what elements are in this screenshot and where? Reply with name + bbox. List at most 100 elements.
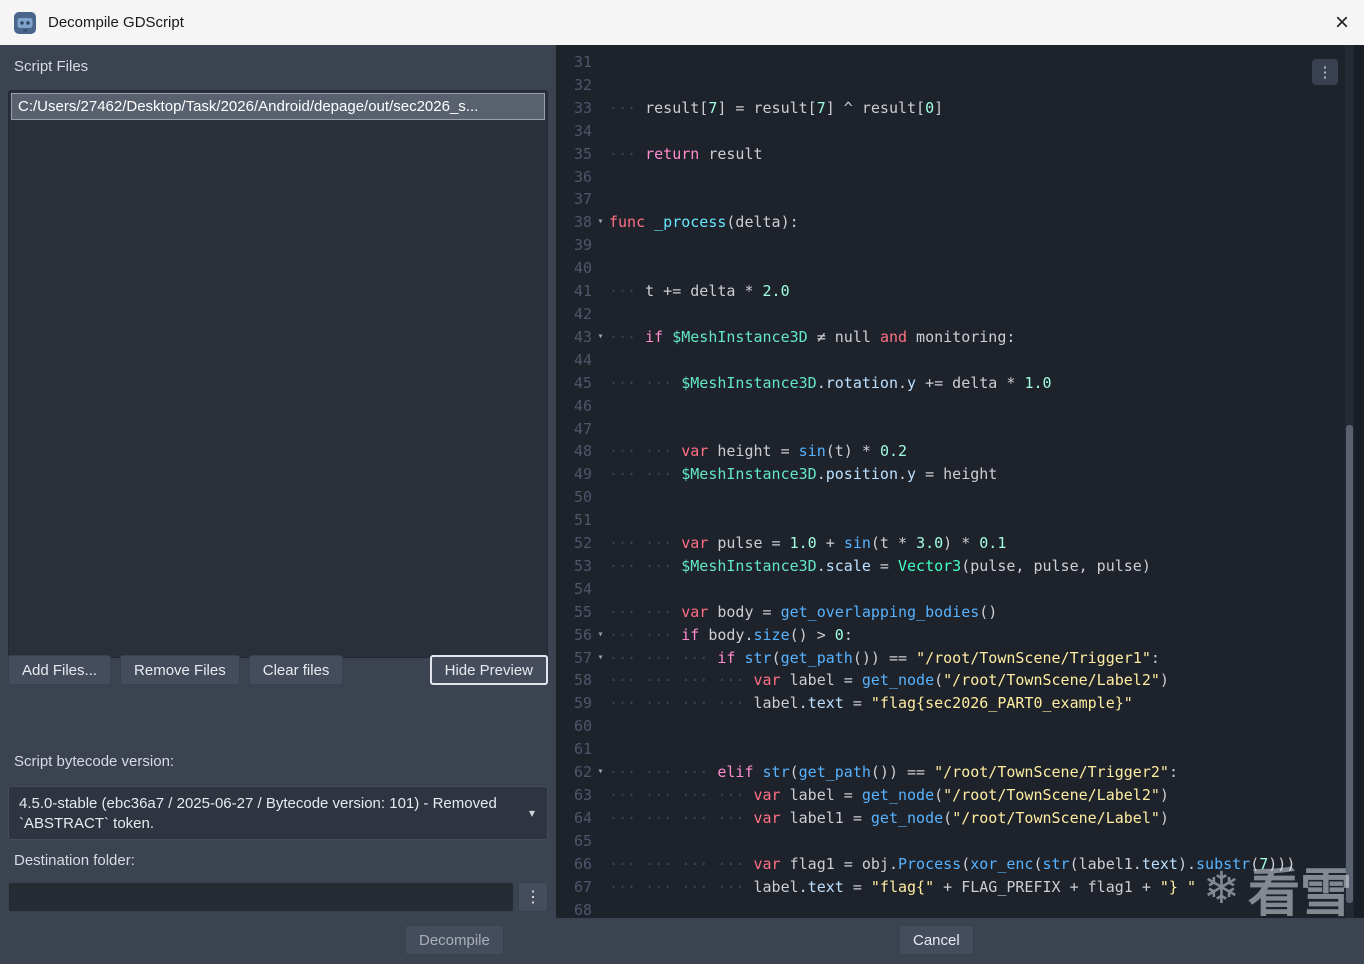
clear-files-button[interactable]: Clear files [248,655,344,685]
fold-arrow-icon[interactable]: ▾ [592,624,609,647]
tab-indent-marker: ··· [609,144,646,163]
code-token: 0 [925,98,935,117]
bytecode-version-dropdown[interactable]: 4.5.0-stable (ebc36a7 / 2025-06-27 / Byt… [8,786,548,840]
fold-arrow-icon[interactable]: ▾ [592,211,609,234]
code-token: "flag{sec2026_PART0_example}" [870,694,1133,713]
tab-indent-marker: ··· [645,465,682,484]
code-token: 1.0 [1024,373,1052,392]
line-number: 33 [573,98,592,117]
fold-arrow-icon[interactable]: ▾ [592,761,609,784]
destination-folder-input[interactable] [8,882,514,912]
fold-gutter [592,463,609,486]
code-token: "/root/TownScene/Label" [952,808,1160,827]
line-number: 52 [573,534,592,553]
editor-menu-kebab-icon[interactable]: ⋮ [1312,59,1338,85]
line-number: 53 [573,556,592,575]
code-token: scale [825,556,871,575]
line-number: 44 [573,350,592,369]
code-text: ··· ··· ··· ··· label.text = "flag{sec20… [609,692,1133,715]
code-text: ··· ··· ··· elif str(get_path()) == "/ro… [609,761,1178,784]
code-token: . [816,556,826,575]
fold-gutter [592,555,609,578]
code-token: var [753,854,781,873]
code-line: 32 [556,74,1342,97]
fold-gutter [592,830,609,853]
code-token: Process [898,854,962,873]
code-token: t += delta * [645,282,763,301]
chevron-down-icon: ▾ [528,806,535,820]
code-token: elif [717,763,754,782]
fold-gutter [592,486,609,509]
window-edge-strip [1354,45,1364,918]
tab-indent-marker: ··· [645,786,682,804]
line-number: 64 [573,808,592,827]
file-buttons-row: Add Files... Remove Files Clear files [8,655,344,685]
code-line: 49 ··· ··· $MeshInstance3D.position.y = h… [556,463,1342,486]
code-line: 46 [556,395,1342,418]
code-token: label. [753,694,808,713]
line-number: 31 [573,53,592,71]
fold-gutter [592,853,609,876]
remove-files-button[interactable]: Remove Files [120,655,240,685]
code-token: _process [654,213,727,232]
code-token: = [843,877,871,896]
fold-arrow-icon[interactable]: ▾ [592,647,609,670]
code-token: ) [1159,671,1169,690]
code-token: ()) == [852,648,917,667]
code-token: ( [934,786,944,804]
code-token: $MeshInstance3D [681,373,817,392]
code-text: ··· ··· $MeshInstance3D.rotation.y += de… [609,372,1052,395]
code-token: sin [843,534,871,553]
code-token: (t * [870,534,917,553]
line-number: 42 [573,304,592,323]
line-number: 34 [573,121,592,140]
browse-folder-kebab-icon[interactable]: ⋮ [518,882,548,912]
code-token: (label1. [1069,854,1142,873]
close-icon[interactable]: × [1335,10,1349,35]
code-token: (delta): [726,213,799,232]
fold-gutter [592,601,609,624]
code-token: "/root/TownScene/Trigger2" [934,763,1169,782]
code-token: y [907,373,917,392]
code-token: () > [789,625,835,644]
script-file-list[interactable]: C:/Users/27462/Desktop/Task/2026/Android… [8,90,548,658]
code-token: . [898,373,908,392]
code-token: var [681,602,709,621]
tab-indent-marker: ··· [645,694,682,713]
code-line: 47 [556,418,1342,441]
code-token: = [870,556,898,575]
cancel-button[interactable]: Cancel [899,925,974,955]
code-token: var [753,671,781,690]
script-preview-editor[interactable]: 31 32 33 ··· result[7] = result[7] ^ result… [556,45,1364,918]
tab-indent-marker: ··· [645,763,682,782]
destination-folder-label: Destination folder: [14,852,135,869]
code-token: ()) == [870,763,935,782]
code-text: ··· return result [609,143,763,166]
fold-gutter [592,418,609,441]
code-token: body = [708,602,781,621]
add-files-button[interactable]: Add Files... [8,655,112,685]
file-list-item[interactable]: C:/Users/27462/Desktop/Task/2026/Android… [11,93,545,120]
code-token: $MeshInstance3D [681,556,817,575]
code-line: 42 [556,303,1342,326]
editor-scrollbar-thumb[interactable] [1346,425,1353,903]
fold-arrow-icon[interactable]: ▾ [592,326,609,349]
tab-indent-marker: ··· [717,786,754,804]
code-token: var [753,786,781,804]
code-token: () [979,602,998,621]
decompile-button[interactable]: Decompile [405,925,504,955]
line-number: 36 [573,167,592,186]
tab-indent-marker: ··· [609,625,646,644]
fold-gutter [592,738,609,761]
code-token: ] = result[ [717,98,817,117]
code-token: str [1042,854,1070,873]
tab-indent-marker: ··· [609,694,646,713]
tab-indent-marker: ··· [645,534,682,553]
line-number: 51 [573,511,592,530]
fold-gutter [592,784,609,807]
line-number: 55 [573,602,592,621]
code-token: if [681,625,700,644]
bytecode-version-value: 4.5.0-stable (ebc36a7 / 2025-06-27 / Byt… [19,795,497,832]
hide-preview-button[interactable]: Hide Preview [429,655,548,685]
line-number: 68 [573,900,592,918]
